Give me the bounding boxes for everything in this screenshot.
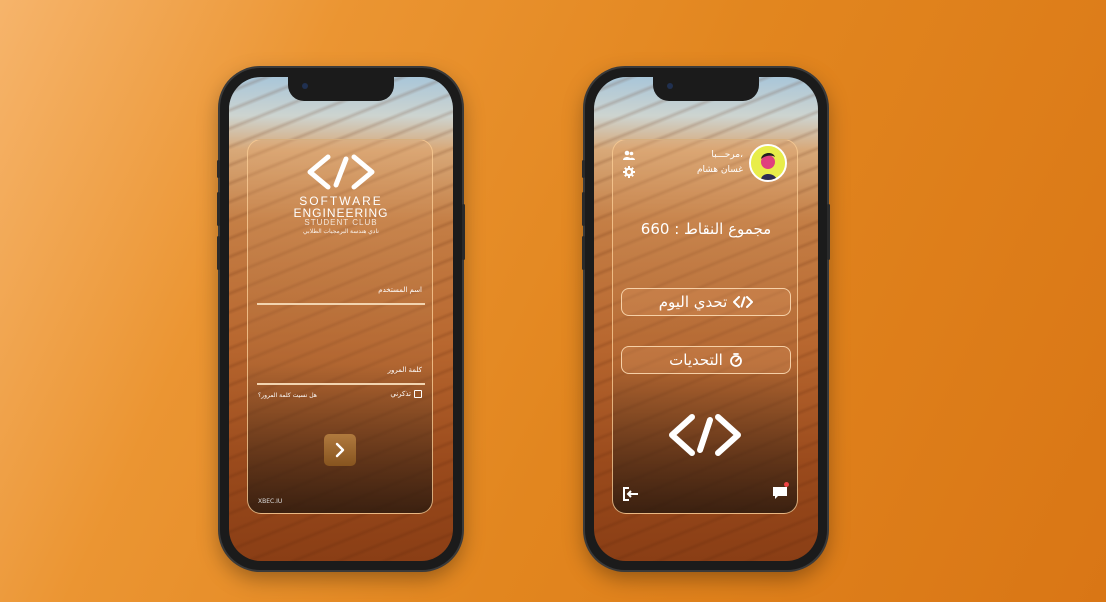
volume-down-button [582, 236, 585, 270]
notifications-button[interactable] [773, 482, 789, 503]
message-icon [773, 487, 787, 499]
total-points: مجموع النقاط : 660 [640, 220, 772, 238]
login-submit-button[interactable] [324, 434, 356, 466]
today-challenge-label: تحدي اليوم [658, 293, 728, 311]
notification-dot [784, 482, 789, 487]
notch [653, 77, 759, 101]
code-icon [733, 296, 754, 308]
home-screen: مرحـــبا، غسان هشام مجموع النقاط : 660 ت… [594, 77, 818, 561]
greeting-text: مرحـــبا، [711, 150, 743, 160]
remember-checkbox[interactable] [414, 390, 422, 398]
avatar[interactable] [749, 144, 787, 182]
camera [667, 83, 673, 89]
camera [302, 83, 308, 89]
footer-brand-text: XBEC.IU [258, 498, 283, 505]
home-card: مرحـــبا، غسان هشام مجموع النقاط : 660 ت… [612, 139, 798, 514]
brand-arabic: نادي هندسة البرمجيات الطلابي [303, 229, 379, 235]
top-actions [623, 150, 635, 178]
user-name: غسان هشام [696, 165, 743, 175]
login-screen: SOFTWARE ENGINEERING STUDENT CLUB نادي ه… [229, 77, 453, 561]
timer-icon [729, 353, 742, 367]
login-phone: SOFTWARE ENGINEERING STUDENT CLUB نادي ه… [217, 68, 465, 570]
challenges-label: التحديات [669, 351, 723, 369]
password-field[interactable] [257, 383, 425, 385]
code-brackets-logo-icon [307, 154, 375, 190]
user-avatar-icon [751, 146, 785, 180]
forgot-password-link[interactable]: هل نسيت كلمة المرور؟ [258, 392, 317, 399]
footer-brand: XBEC.IU [258, 498, 282, 505]
login-card: SOFTWARE ENGINEERING STUDENT CLUB نادي ه… [247, 139, 433, 514]
remember-me[interactable]: تذكرني [390, 390, 422, 398]
home-phone: مرحـــبا، غسان هشام مجموع النقاط : 660 ت… [582, 68, 830, 570]
brand-line-3: STUDENT CLUB [304, 218, 378, 227]
bottom-actions [623, 482, 789, 503]
notch [288, 77, 394, 101]
power-button [827, 204, 830, 260]
logout-icon[interactable] [623, 486, 639, 501]
chevron-right-icon [335, 442, 345, 458]
challenges-button[interactable]: التحديات [621, 346, 791, 374]
side-button [217, 160, 220, 178]
side-button [582, 160, 585, 178]
volume-up-button [217, 192, 220, 226]
power-button [462, 204, 465, 260]
remember-label: تذكرني [390, 390, 411, 398]
users-icon[interactable] [623, 150, 635, 160]
volume-down-button [217, 236, 220, 270]
username-field[interactable] [257, 303, 425, 305]
password-label: كلمة المرور [387, 366, 422, 374]
gear-icon[interactable] [623, 166, 635, 178]
code-brackets-logo-icon [669, 414, 741, 456]
volume-up-button [582, 192, 585, 226]
username-label: اسم المستخدم [378, 286, 422, 294]
club-logo [302, 152, 380, 192]
today-challenge-button[interactable]: تحدي اليوم [621, 288, 791, 316]
